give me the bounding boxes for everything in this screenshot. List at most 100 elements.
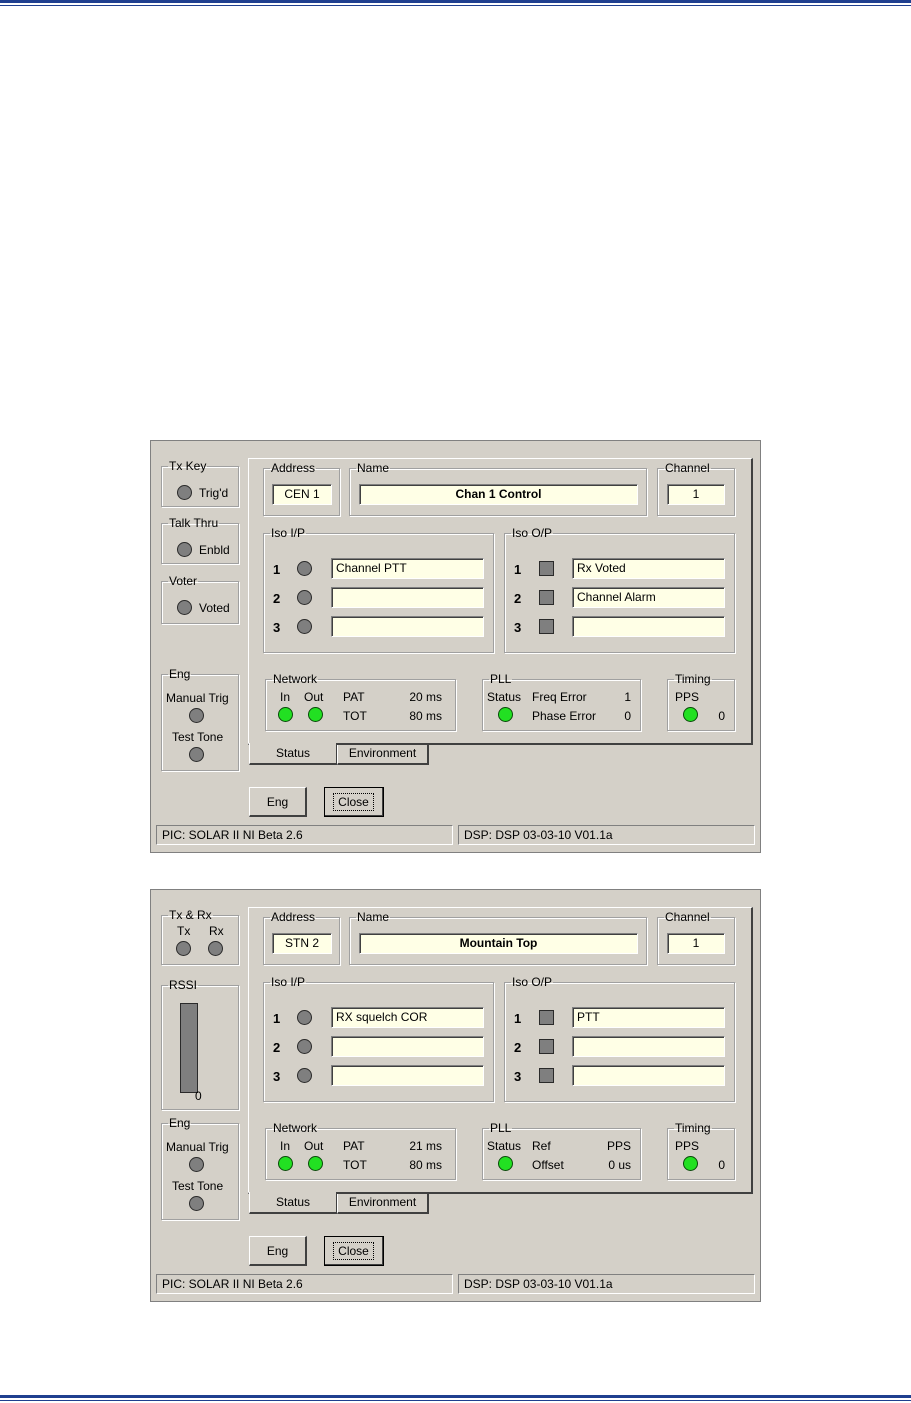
iso-ip-num-1: 1	[273, 562, 281, 577]
test-tone-label: Test Tone	[172, 730, 224, 744]
close-button-label: Close	[333, 1241, 374, 1260]
iso-op-indicator-3	[539, 1068, 554, 1083]
pat-label: PAT	[343, 690, 365, 704]
name-field: Mountain Top	[359, 933, 638, 954]
tab-status[interactable]: Status	[249, 743, 337, 765]
iso-ip-led-3	[297, 1068, 312, 1083]
iso-op-field-2	[572, 1036, 725, 1057]
iso-op-num-1: 1	[514, 562, 522, 577]
tot-value: 80 ms	[409, 1158, 442, 1172]
tx-label: Tx	[177, 924, 191, 938]
iso-ip-title: Iso I/P	[271, 526, 306, 540]
iso-op-indicator-2	[539, 590, 554, 605]
address-field: STN 2	[272, 933, 332, 954]
rssi-bar	[180, 1003, 198, 1093]
manual-trig-led[interactable]	[189, 1157, 204, 1172]
network-out-label: Out	[304, 1139, 324, 1153]
iso-ip-num-3: 3	[273, 1069, 281, 1084]
iso-ip-led-2	[297, 590, 312, 605]
close-button[interactable]: Close	[324, 1236, 384, 1266]
voter-led	[177, 600, 192, 615]
pat-value: 21 ms	[409, 1139, 442, 1153]
tot-label: TOT	[343, 1158, 367, 1172]
pll-label-1: Ref	[532, 1139, 551, 1153]
eng-button[interactable]: Eng	[249, 1236, 307, 1266]
pll-status-led	[498, 1156, 513, 1171]
iso-ip-led-2	[297, 1039, 312, 1054]
iso-op-indicator-2	[539, 1039, 554, 1054]
iso-ip-led-1	[297, 1010, 312, 1025]
top-rule-thin	[0, 5, 911, 6]
tot-label: TOT	[343, 709, 367, 723]
txrx-title: Tx & Rx	[169, 908, 212, 922]
channel-status-dialog-2: Tx & Rx Tx Rx RSSI 0 Eng Manual Trig Tes…	[150, 889, 761, 1302]
tab-environment[interactable]: Environment	[337, 1194, 429, 1214]
iso-ip-field-2	[331, 587, 484, 608]
iso-op-title: Iso O/P	[512, 526, 553, 540]
bottom-rule	[0, 1395, 911, 1398]
bottom-rule-thin	[0, 1400, 911, 1401]
iso-ip-field-2	[331, 1036, 484, 1057]
top-rule	[0, 0, 911, 3]
rx-label: Rx	[209, 924, 224, 938]
name-title: Name	[357, 910, 390, 924]
voter-label: Voted	[199, 601, 230, 615]
network-out-led	[308, 1156, 323, 1171]
iso-op-title: Iso O/P	[512, 975, 553, 989]
network-in-led	[278, 707, 293, 722]
iso-op-indicator-3	[539, 619, 554, 634]
test-tone-led[interactable]	[189, 1196, 204, 1211]
tx-key-led	[177, 485, 192, 500]
tab-environment[interactable]: Environment	[337, 745, 429, 765]
network-in-led	[278, 1156, 293, 1171]
pll-title: PLL	[490, 672, 512, 686]
timing-pps-label: PPS	[675, 1139, 700, 1153]
timing-title: Timing	[675, 1121, 711, 1135]
pll-status-label: Status	[487, 690, 522, 704]
address-title: Address	[271, 461, 316, 475]
iso-ip-field-1: RX squelch COR	[331, 1007, 484, 1028]
close-button[interactable]: Close	[324, 787, 384, 817]
tx-led	[176, 941, 191, 956]
tab-status[interactable]: Status	[249, 1192, 337, 1214]
talk-thru-title: Talk Thru	[169, 516, 219, 530]
iso-ip-num-2: 2	[273, 1040, 281, 1055]
manual-trig-led[interactable]	[189, 708, 204, 723]
eng-button[interactable]: Eng	[249, 787, 307, 817]
iso-ip-num-1: 1	[273, 1011, 281, 1026]
rssi-title: RSSI	[169, 978, 198, 992]
close-button-label: Close	[333, 792, 374, 811]
voter-title: Voter	[169, 574, 198, 588]
iso-op-num-2: 2	[514, 1040, 522, 1055]
iso-op-num-3: 3	[514, 620, 522, 635]
iso-op-field-2: Channel Alarm	[572, 587, 725, 608]
network-title: Network	[273, 1121, 318, 1135]
pll-status-led	[498, 707, 513, 722]
channel-field: 1	[667, 933, 725, 954]
rx-led	[208, 941, 223, 956]
status-pic: PIC: SOLAR II NI Beta 2.6	[156, 825, 453, 845]
pll-value-2: 0	[624, 709, 631, 723]
timing-pps-label: PPS	[675, 690, 700, 704]
pll-label-1: Freq Error	[532, 690, 587, 704]
name-title: Name	[357, 461, 390, 475]
test-tone-led[interactable]	[189, 747, 204, 762]
tx-key-label: Trig'd	[199, 486, 229, 500]
network-out-led	[308, 707, 323, 722]
test-tone-label: Test Tone	[172, 1179, 224, 1193]
pll-value-1: 1	[624, 690, 631, 704]
txrx-group: Tx & Rx	[161, 909, 239, 965]
network-in-label: In	[280, 690, 291, 704]
network-out-label: Out	[304, 690, 324, 704]
iso-op-num-2: 2	[514, 591, 522, 606]
timing-pps-led	[683, 1156, 698, 1171]
talk-thru-label: Enbld	[199, 543, 230, 557]
status-pic: PIC: SOLAR II NI Beta 2.6	[156, 1274, 453, 1294]
rssi-value: 0	[195, 1089, 202, 1103]
pll-value-1: PPS	[606, 1139, 631, 1153]
iso-op-field-3	[572, 1065, 725, 1086]
channel-field: 1	[667, 484, 725, 505]
pll-value-2: 0 us	[608, 1158, 631, 1172]
iso-ip-num-2: 2	[273, 591, 281, 606]
iso-ip-led-3	[297, 619, 312, 634]
